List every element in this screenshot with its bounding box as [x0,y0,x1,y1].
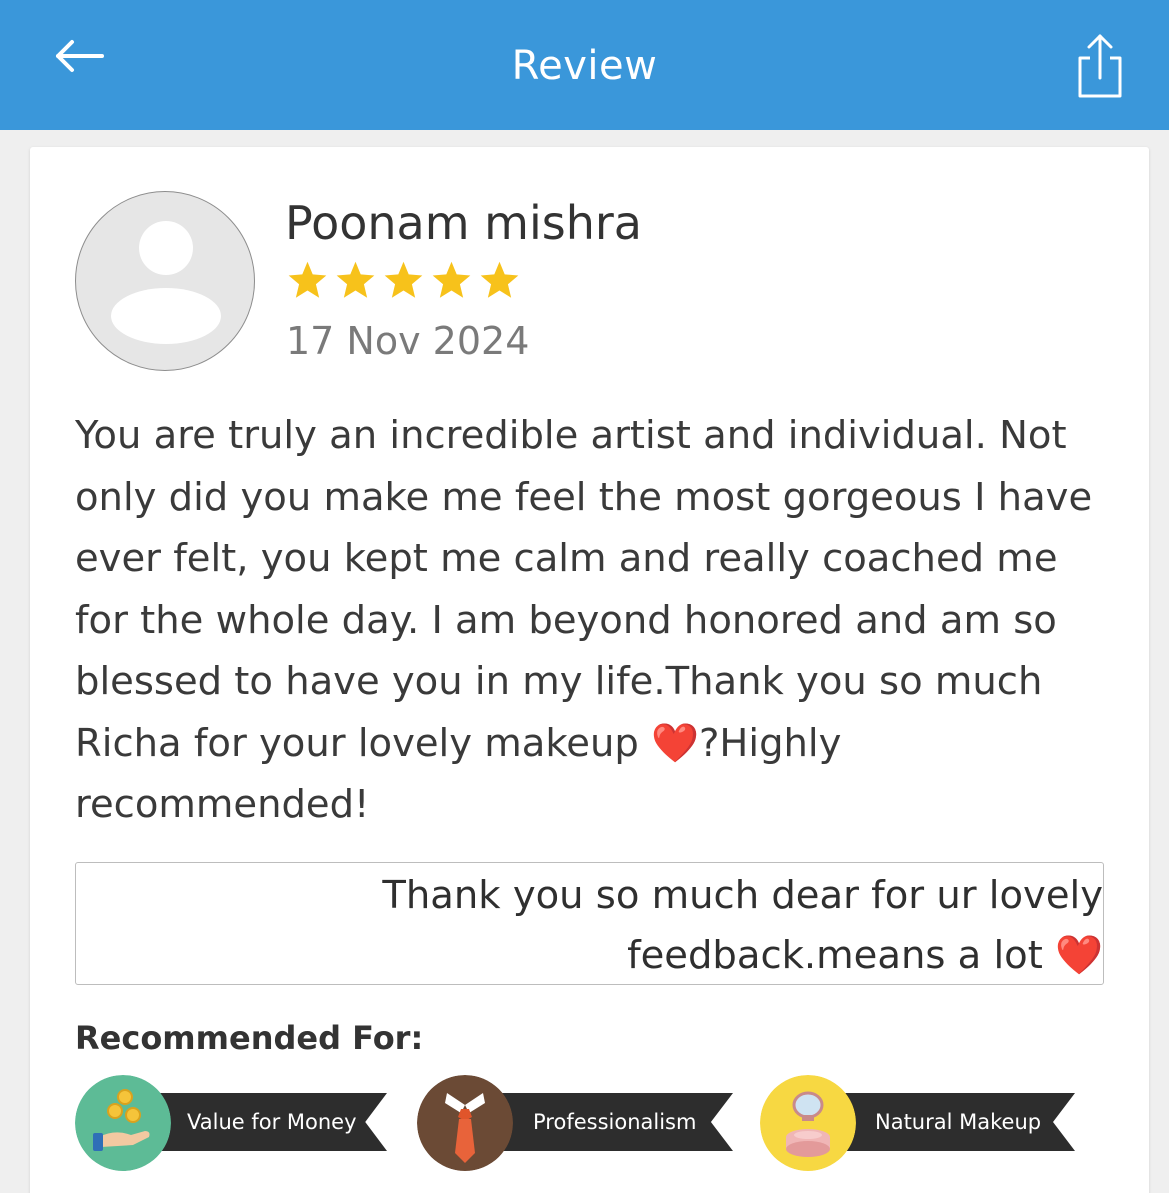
badge-label: Professionalism [533,1110,697,1134]
recommend-badge-natural-makeup: Natural Makeup [760,1075,1080,1171]
recommend-badge-value-for-money: Value for Money [75,1075,395,1171]
star-icon [432,261,471,298]
star-icon [384,261,423,298]
badge-label: Natural Makeup [875,1110,1042,1134]
share-icon [1078,34,1122,98]
share-button[interactable] [1072,30,1128,100]
review-text: You are truly an incredible artist and i… [75,413,1093,827]
reply-text: Thank you so much dear for ur lovely fee… [382,873,1103,978]
app-bar: Review [0,0,1169,130]
recommend-badge-professionalism: Professionalism [417,1075,737,1171]
page-title: Review [511,43,658,89]
coins-hand-icon [75,1075,171,1171]
avatar [75,191,255,371]
star-icon [288,261,327,298]
user-placeholder-icon [111,221,221,344]
review-card: Poonam mishra 17 Nov 2024 You are truly … [30,147,1149,1193]
reply-box: Thank you so much dear for ur lovely fee… [75,862,1104,985]
badge-label: Value for Money [187,1110,357,1134]
star-icon [480,261,519,298]
reviewer-name: Poonam mishra [285,196,642,250]
recommended-heading: Recommended For: [75,1019,424,1057]
suit-tie-icon [417,1075,513,1171]
review-date: 17 Nov 2024 [286,319,530,363]
compact-powder-icon [760,1075,856,1171]
star-rating [286,259,521,302]
star-icon [336,261,375,298]
